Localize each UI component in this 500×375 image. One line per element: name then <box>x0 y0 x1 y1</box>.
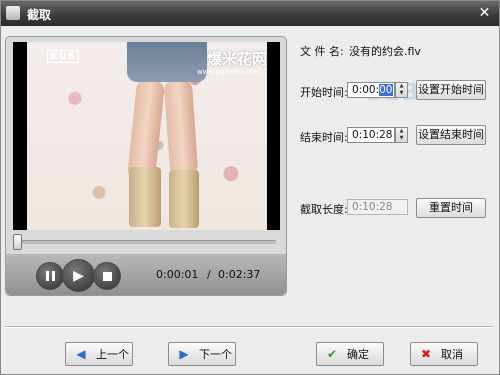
pause-button[interactable] <box>36 262 64 290</box>
app-icon <box>6 6 20 20</box>
video-content <box>169 170 199 228</box>
spin-down-icon[interactable]: ▼ <box>396 90 407 97</box>
ku6-logo: KU6 <box>47 50 79 63</box>
arrow-right-icon: ▶ <box>179 347 189 361</box>
stop-button[interactable] <box>93 262 121 290</box>
capture-dialog: 截取 ✕ KU6 爆米花网 www.pomoho.com ▶ 0:00:01 /… <box>0 0 500 375</box>
start-time-prefix: 0:00: <box>352 84 380 96</box>
stop-icon <box>102 271 112 281</box>
start-time-selected: 00 <box>379 84 393 96</box>
video-content <box>163 79 199 176</box>
reset-time-button[interactable]: 重置时间 <box>416 198 486 218</box>
capture-length-field: 0:10:28 <box>347 199 408 215</box>
start-time-label: 开始时间: <box>300 86 348 99</box>
next-label: 下一个 <box>199 348 232 361</box>
seek-bar[interactable] <box>16 240 276 244</box>
previous-label: 上一个 <box>96 348 129 361</box>
cancel-label: 取消 <box>441 348 463 361</box>
window-title: 截取 <box>27 8 52 22</box>
video-player: KU6 爆米花网 www.pomoho.com ▶ 0:00:01 / 0:02… <box>5 36 287 296</box>
ok-button[interactable]: ✔ 确定 <box>316 342 384 366</box>
video-watermark: 爆米花网 <box>207 50 268 68</box>
end-time-input[interactable]: 0:10:28 <box>347 127 395 143</box>
set-start-time-button[interactable]: 设置开始时间 <box>416 80 486 100</box>
close-button[interactable]: ✕ <box>476 5 493 21</box>
total-time: 0:02:37 <box>218 268 261 281</box>
checkmark-icon: ✔ <box>326 347 338 361</box>
video-content <box>129 167 161 227</box>
spin-up-icon[interactable]: ▲ <box>396 128 407 135</box>
video-watermark-url: www.pomoho.com <box>197 68 262 76</box>
cancel-button[interactable]: ✖ 取消 <box>410 342 478 366</box>
set-end-time-button[interactable]: 设置结束时间 <box>416 125 486 145</box>
file-name-value: 没有的约会.flv <box>349 45 421 58</box>
start-time-input[interactable]: 0:00:00 <box>347 82 395 98</box>
play-icon: ▶ <box>73 267 84 284</box>
player-controls: ▶ 0:00:01 / 0:02:37 <box>6 254 286 295</box>
next-button[interactable]: ▶ 下一个 <box>168 342 236 366</box>
play-button[interactable]: ▶ <box>62 259 95 292</box>
pause-icon <box>45 271 55 281</box>
end-time-label: 结束时间: <box>300 131 348 144</box>
spin-down-icon[interactable]: ▼ <box>396 135 407 142</box>
spin-up-icon[interactable]: ▲ <box>396 83 407 90</box>
previous-button[interactable]: ◀ 上一个 <box>65 342 133 366</box>
title-bar: 截取 ✕ <box>1 1 499 26</box>
file-name-label: 文 件 名: <box>300 45 344 58</box>
capture-length-label: 截取长度: <box>300 203 348 216</box>
video-image: KU6 爆米花网 www.pomoho.com <box>27 42 267 230</box>
time-separator: / <box>207 268 211 281</box>
arrow-left-icon: ◀ <box>76 347 86 361</box>
ok-label: 确定 <box>347 348 369 361</box>
video-frame[interactable]: KU6 爆米花网 www.pomoho.com <box>13 42 280 230</box>
video-content <box>127 42 207 82</box>
start-time-spinner[interactable]: ▲ ▼ <box>395 82 408 98</box>
video-content <box>126 78 166 182</box>
current-time: 0:00:01 <box>156 268 199 281</box>
divider <box>5 326 493 328</box>
end-time-spinner[interactable]: ▲ ▼ <box>395 127 408 143</box>
x-icon: ✖ <box>420 347 432 361</box>
seek-thumb[interactable] <box>13 234 22 250</box>
